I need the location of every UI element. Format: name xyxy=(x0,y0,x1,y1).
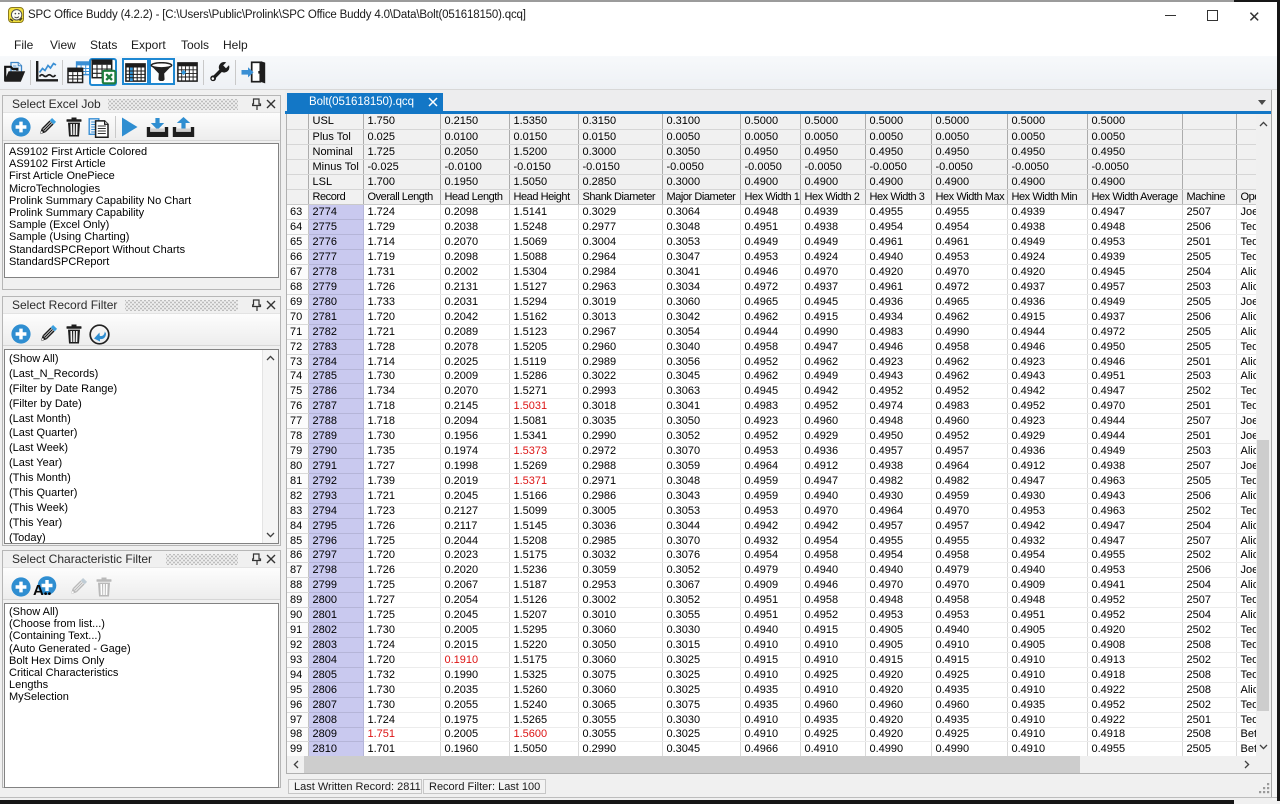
svg-text:A: A xyxy=(33,582,44,599)
